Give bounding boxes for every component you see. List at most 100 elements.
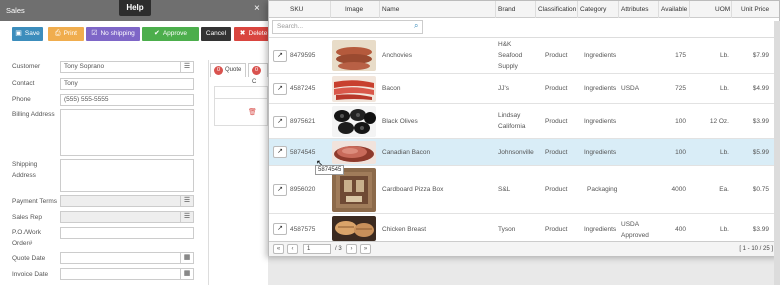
- product-row[interactable]: ↗ 4587245 Bacon JJ's Product Ingredients…: [269, 74, 774, 104]
- row-classification: Product: [545, 52, 568, 59]
- po-work-order-field[interactable]: [60, 227, 194, 239]
- list-icon[interactable]: ☰: [180, 195, 193, 207]
- row-sku: 5874545: [290, 149, 316, 156]
- row-brand-1: JJ's: [498, 85, 509, 92]
- quote-date-label: Quote Date: [12, 255, 46, 262]
- external-link-icon[interactable]: ↗: [273, 223, 287, 235]
- row-brand-1: H&K: [498, 41, 512, 48]
- product-row[interactable]: ↗ 8956020 Cardboard Pizza Box S&L Produc…: [269, 166, 774, 214]
- payment-terms-field[interactable]: ☰: [60, 195, 194, 207]
- row-brand-1: Johnsonville: [498, 149, 534, 156]
- page-input[interactable]: 1: [303, 244, 331, 254]
- col-sku[interactable]: SKU: [290, 6, 303, 13]
- row-sku: 4587575: [290, 226, 316, 233]
- phone-field[interactable]: (555) 555-5555: [60, 94, 194, 106]
- row-uom: Lb.: [719, 52, 729, 59]
- help-tab[interactable]: Help: [119, 0, 151, 16]
- prev-page-button[interactable]: ‹: [287, 244, 298, 254]
- contact-field[interactable]: Tony: [60, 78, 194, 90]
- search-row: Search... ⌕: [269, 18, 779, 38]
- next-page-button[interactable]: ›: [346, 244, 357, 254]
- calendar-icon[interactable]: ▦: [180, 252, 193, 264]
- row-name: Canadian Bacon: [382, 149, 431, 156]
- row-brand-1: Tyson: [498, 226, 516, 233]
- row-category: Ingredients: [584, 149, 617, 156]
- po-label-1: P.O./Work: [12, 229, 42, 236]
- row-available: 725: [675, 85, 686, 92]
- customer-label: Customer: [12, 63, 41, 70]
- list-icon[interactable]: ☰: [180, 61, 193, 73]
- col-attributes[interactable]: Attributes: [621, 6, 648, 13]
- search-input[interactable]: Search...: [272, 20, 423, 34]
- billing-address-field[interactable]: [60, 109, 194, 156]
- shipping-address-field[interactable]: [60, 159, 194, 192]
- quote-date-field[interactable]: ▦: [60, 252, 194, 264]
- first-page-button[interactable]: «: [273, 244, 284, 254]
- col-separator: [731, 1, 732, 18]
- product-row[interactable]: ↗ 5874545 Canadian Bacon Johnsonville Pr…: [269, 139, 774, 166]
- row-sku: 8975621: [290, 118, 316, 125]
- tab-quote[interactable]: 0 Quote: [210, 63, 246, 77]
- sales-rep-label: Sales Rep: [12, 214, 42, 221]
- product-row[interactable]: ↗ 8479595 Anchovies H&K Seafood Supply P…: [269, 38, 774, 74]
- external-link-icon[interactable]: ↗: [273, 116, 287, 128]
- row-classification: Product: [545, 226, 568, 233]
- col-image[interactable]: Image: [345, 6, 363, 13]
- trash-icon[interactable]: 🗑: [248, 108, 257, 116]
- col-separator: [618, 1, 619, 18]
- row-classification: Product: [545, 118, 568, 125]
- check-icon: ✔: [153, 30, 160, 37]
- external-link-icon[interactable]: ↗: [273, 184, 287, 196]
- save-icon: ▣: [15, 30, 22, 37]
- col-separator: [330, 1, 331, 18]
- last-page-button[interactable]: »: [360, 244, 371, 254]
- external-link-icon[interactable]: ↗: [273, 146, 287, 158]
- row-brand-2: California: [498, 123, 526, 130]
- product-row[interactable]: ↗ 4587575 Chicken Breast Tyson Product I…: [269, 214, 774, 241]
- customer-field[interactable]: Tony Soprano ☰: [60, 61, 194, 73]
- cancel-button[interactable]: Cancel: [201, 27, 231, 41]
- external-link-icon[interactable]: ↗: [273, 50, 287, 62]
- no-shipping-label: No shipping: [100, 30, 135, 37]
- close-icon[interactable]: ×: [254, 3, 260, 14]
- calendar-icon[interactable]: ▦: [180, 268, 193, 280]
- col-available[interactable]: Available: [661, 6, 687, 13]
- row-category: Ingredients: [584, 52, 617, 59]
- contact-value: Tony: [64, 80, 78, 87]
- tab-second[interactable]: 0C: [248, 63, 268, 85]
- col-separator: [535, 1, 536, 18]
- row-brand-2: Seafood: [498, 52, 523, 59]
- row-classification: Product: [545, 85, 568, 92]
- approve-button[interactable]: ✔ Approve: [142, 27, 199, 41]
- sales-rep-field[interactable]: ☰: [60, 211, 194, 223]
- contact-label: Contact: [12, 80, 35, 87]
- product-row[interactable]: ↗ 8975621 Black Olives Lindsay Californi…: [269, 104, 774, 139]
- no-shipping-button[interactable]: ☑ No shipping: [86, 27, 140, 41]
- row-brand-1: S&L: [498, 186, 511, 193]
- product-image-canadian-bacon: [332, 141, 376, 164]
- second-count-badge: 0: [252, 66, 261, 75]
- col-category[interactable]: Category: [580, 6, 606, 13]
- row-price: $4.99: [752, 85, 769, 92]
- col-separator: [379, 1, 380, 18]
- col-unit-price[interactable]: Unit Price: [741, 6, 769, 13]
- col-brand[interactable]: Brand: [498, 6, 515, 13]
- row-name: Anchovies: [382, 52, 412, 59]
- row-name: Black Olives: [382, 118, 418, 125]
- print-button[interactable]: ⎙ Print: [48, 27, 84, 41]
- line-items-header: [215, 87, 267, 99]
- list-icon[interactable]: ☰: [180, 211, 193, 223]
- row-sku: 8479595: [290, 52, 316, 59]
- save-button[interactable]: ▣ Save: [12, 27, 43, 41]
- shipping-address-label-2: Address: [12, 172, 36, 179]
- row-available: 400: [675, 226, 686, 233]
- external-link-icon[interactable]: ↗: [273, 83, 287, 95]
- product-image-chicken-breast: [332, 216, 376, 241]
- invoice-date-field[interactable]: ▦: [60, 268, 194, 280]
- col-name[interactable]: Name: [382, 6, 399, 13]
- grid-header: SKU Image Name Brand Classification Cate…: [269, 1, 779, 18]
- search-icon[interactable]: ⌕: [414, 21, 418, 31]
- col-classification[interactable]: Classification: [538, 6, 576, 13]
- row-uom: 12 Oz.: [709, 118, 729, 125]
- col-uom[interactable]: UOM: [715, 6, 730, 13]
